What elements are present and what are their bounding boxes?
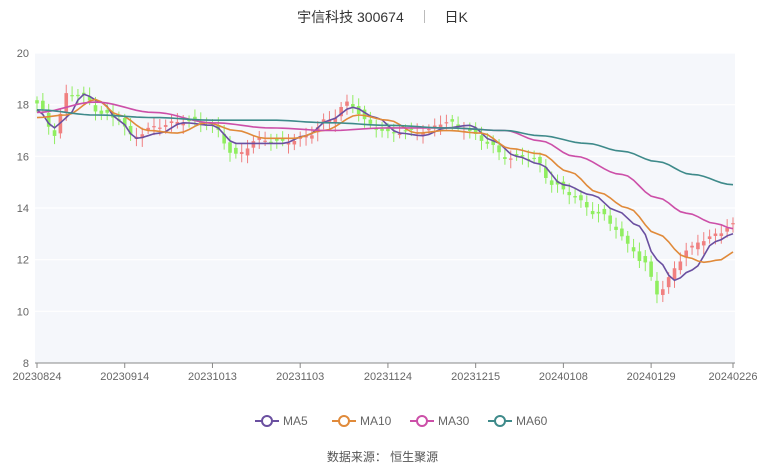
candle-body	[608, 215, 612, 224]
x-tick-label: 20230824	[13, 371, 62, 383]
legend-label-ma30: MA30	[438, 414, 470, 428]
candle-body	[707, 236, 712, 239]
candle-body	[403, 130, 408, 132]
y-tick-label: 20	[17, 48, 29, 60]
candle-body	[503, 157, 507, 160]
candle-body	[549, 180, 554, 185]
candle-body	[64, 93, 69, 112]
candle-body	[450, 119, 455, 122]
candle-body	[532, 157, 536, 160]
candle-body	[310, 135, 314, 139]
y-tick-label: 14	[17, 203, 29, 215]
candle-body	[479, 135, 484, 141]
candle-body	[105, 109, 109, 113]
candle-body	[158, 127, 162, 129]
legend-marker-ma5	[261, 415, 273, 427]
y-tick-label: 8	[23, 358, 29, 370]
candle-body	[637, 251, 642, 262]
x-tick-labels: 20230824 20230914 20231013 20231103 20231124…	[13, 363, 758, 383]
y-tick-label: 10	[17, 306, 29, 318]
candle-body	[409, 128, 414, 130]
legend-label-ma60: MA60	[516, 414, 548, 428]
candle-body	[380, 128, 384, 131]
candle-body	[497, 145, 501, 153]
candle-body	[391, 132, 396, 134]
candle-body	[239, 152, 244, 154]
x-tick-label: 20240129	[627, 371, 676, 383]
candle-body	[678, 261, 683, 271]
candle-body	[93, 105, 98, 112]
candle-body	[631, 247, 636, 252]
candle-body	[345, 101, 349, 106]
candle-body	[655, 280, 659, 295]
candle-body	[661, 289, 665, 295]
candle-body	[169, 121, 174, 124]
candle-body	[731, 223, 735, 225]
y-tick-label: 16	[17, 151, 29, 163]
candle-body	[666, 277, 671, 288]
candle-body	[596, 211, 601, 214]
candle-body	[245, 148, 250, 156]
candle-body	[263, 140, 267, 142]
candle-body	[234, 147, 238, 154]
legend-marker-ma60	[494, 415, 506, 427]
legend: MA5 MA10 MA30 MA60	[255, 414, 548, 428]
x-tick-label: 20240108	[539, 371, 588, 383]
legend-label-ma5: MA5	[283, 414, 308, 428]
candle-body	[690, 245, 694, 248]
candle-body	[649, 261, 653, 277]
y-tick-label: 18	[17, 100, 29, 112]
y-tick-label: 12	[17, 255, 29, 267]
x-tick-label: 20230914	[100, 371, 149, 383]
legend-label-ma10: MA10	[360, 414, 392, 428]
candle-body	[99, 110, 104, 114]
candle-body	[76, 94, 80, 97]
candle-body	[614, 226, 618, 230]
candle-body	[625, 235, 630, 244]
candle-body	[696, 242, 700, 250]
candle-body	[538, 156, 542, 164]
candle-body	[251, 141, 256, 148]
candle-body	[35, 100, 39, 104]
candle-body	[672, 268, 677, 280]
candle-body	[41, 100, 45, 110]
candle-body	[70, 95, 74, 97]
x-tick-label: 20240226	[709, 371, 758, 383]
candle-body	[368, 119, 373, 124]
candle-body	[427, 129, 431, 131]
candle-body	[602, 208, 607, 215]
candle-body	[508, 158, 513, 160]
candle-body	[701, 241, 706, 246]
candle-body	[643, 256, 648, 263]
candle-body	[573, 196, 577, 198]
candle-body	[620, 228, 624, 237]
candle-body	[163, 125, 168, 127]
candlestick-chart: 8101214161820 20230824 20230914 20231013 20…	[13, 48, 758, 428]
candle-body	[584, 202, 589, 208]
x-tick-label: 20231215	[451, 371, 500, 383]
candle-body	[292, 140, 297, 145]
candle-body	[485, 141, 490, 144]
legend-marker-ma30	[416, 415, 428, 427]
candle-body	[52, 130, 57, 136]
candle-body	[351, 104, 355, 107]
candle-body	[228, 142, 232, 153]
candle-body	[520, 155, 525, 157]
candle-body	[444, 122, 449, 124]
candle-body	[713, 233, 718, 236]
candle-body	[579, 195, 583, 201]
candle-body	[567, 191, 572, 196]
x-tick-label: 20231124	[364, 371, 412, 383]
y-tick-labels: 8 10 12 14 16 18 20	[17, 48, 29, 370]
candle-body	[152, 126, 156, 128]
data-source: 数据来源： 恒生聚源	[326, 450, 439, 464]
candle-body	[590, 211, 595, 215]
candle-body	[719, 233, 724, 237]
legend-marker-ma10	[338, 415, 350, 427]
x-tick-label: 20231013	[188, 371, 237, 383]
x-tick-label: 20231103	[276, 371, 324, 383]
